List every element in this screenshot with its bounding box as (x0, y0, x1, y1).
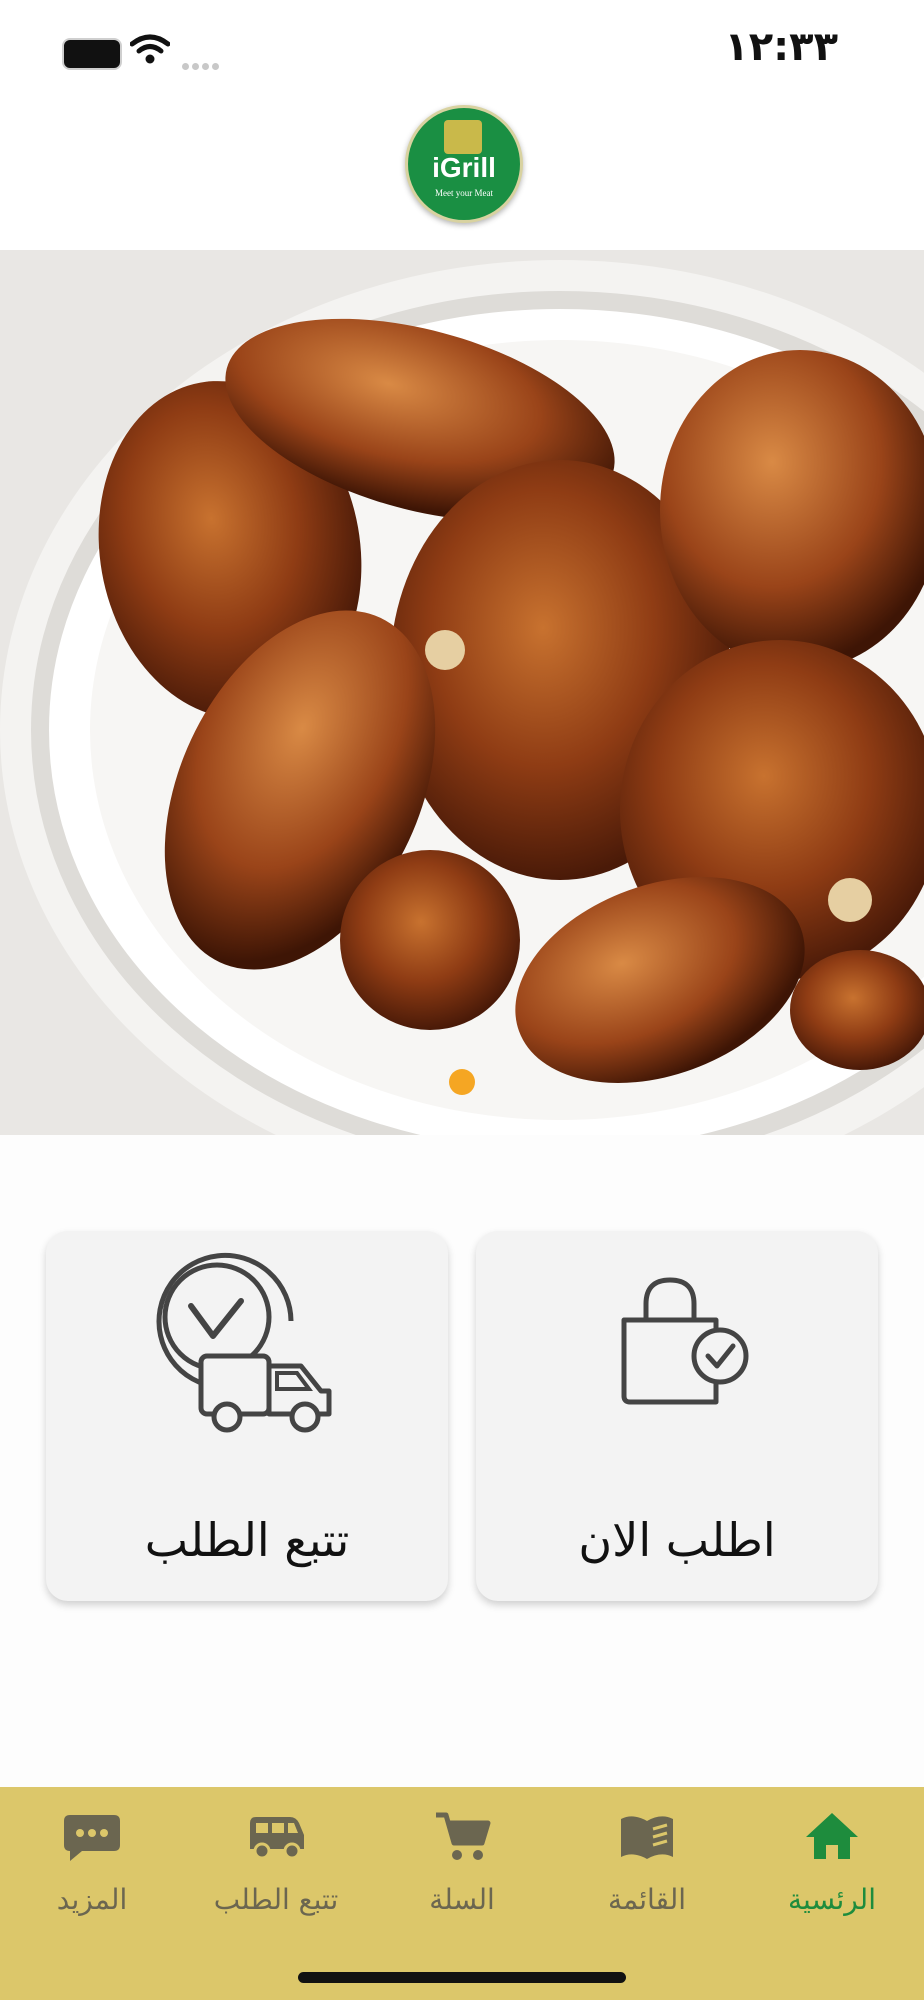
track-order-label: تتبع الطلب (144, 1513, 350, 1567)
nav-cart[interactable]: السلة (370, 1809, 554, 1916)
nav-cart-label: السلة (429, 1883, 495, 1916)
delivery-clock-icon (156, 1252, 332, 1433)
home-icon (806, 1813, 858, 1859)
wifi-icon (130, 34, 170, 64)
bottom-navigation: المزيد تتبع الطلب السلة القائمة الرئسية (0, 1787, 924, 2000)
nav-track-order-label: تتبع الطلب (213, 1883, 339, 1916)
menu-book-icon (621, 1816, 673, 1859)
nav-track-order[interactable]: تتبع الطلب (184, 1809, 368, 1916)
grill-emblem-icon (444, 120, 482, 154)
order-now-card[interactable]: اطلب الان (476, 1231, 878, 1601)
order-now-label: اطلب الان (578, 1513, 776, 1567)
more-chat-icon (64, 1815, 120, 1861)
nav-more[interactable]: المزيد (0, 1809, 184, 1916)
banner-carousel[interactable] (0, 250, 924, 1135)
status-bar: ١٢:٣٣ (0, 0, 924, 100)
signal-icon (182, 55, 222, 74)
grilled-chicken-photo (0, 250, 924, 1135)
van-icon (250, 1817, 304, 1860)
nav-more-label: المزيد (56, 1883, 128, 1916)
logo-name: iGrill (432, 152, 496, 183)
igrill-logo: iGrill Meet your Meat (405, 105, 523, 223)
app-screen: ١٢:٣٣ iGrill Meet your Meat تتبع الطلب ا… (0, 0, 924, 2000)
track-order-card[interactable]: تتبع الطلب (46, 1231, 448, 1601)
carousel-page-indicator[interactable] (449, 1069, 475, 1095)
nav-menu-label: القائمة (608, 1883, 686, 1916)
nav-home[interactable]: الرئسية (740, 1809, 924, 1916)
shopping-bag-check-icon (621, 1277, 749, 1405)
logo-tagline: Meet your Meat (435, 188, 493, 198)
status-time: ١٢:٣٣ (724, 24, 838, 70)
nav-home-label: الرئسية (788, 1883, 876, 1916)
home-indicator[interactable] (298, 1972, 626, 1983)
battery-icon (62, 38, 122, 70)
cart-icon (436, 1812, 491, 1860)
app-header: iGrill Meet your Meat (0, 100, 924, 250)
nav-menu[interactable]: القائمة (555, 1809, 739, 1916)
